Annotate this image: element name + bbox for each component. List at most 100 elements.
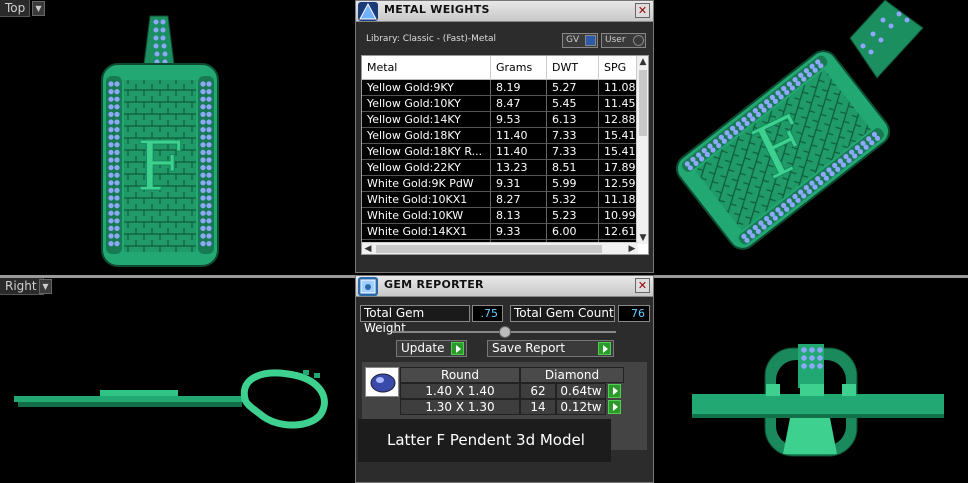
gem-reporter-titlebar[interactable]: GEM REPORTER ✕ bbox=[356, 276, 653, 297]
gem-dot bbox=[108, 203, 114, 209]
save-report-button-label: Save Report bbox=[492, 341, 566, 355]
scroll-down-icon[interactable]: ▼ bbox=[637, 232, 648, 244]
table-row[interactable]: White Gold:10KX1 8.27 5.32 11.18 bbox=[362, 192, 638, 208]
gem-row-go-icon[interactable] bbox=[608, 384, 621, 398]
table-row[interactable]: Yellow Gold:18KY R... 11.40 7.33 15.41 bbox=[362, 144, 638, 160]
scroll-thumb-h[interactable] bbox=[376, 245, 602, 253]
gem-dot bbox=[206, 81, 212, 87]
col-grams[interactable]: Grams bbox=[491, 56, 547, 80]
cell-spg: 10.99 bbox=[599, 208, 638, 224]
viewport-top[interactable]: F Top ▼ bbox=[0, 0, 355, 275]
cell-grams: 8.47 bbox=[491, 96, 547, 112]
total-gem-weight-label: Total Gem Weight bbox=[360, 305, 470, 335]
gem-dot bbox=[200, 142, 206, 148]
gem-dot bbox=[114, 195, 120, 201]
gem-dot bbox=[108, 111, 114, 117]
viewport-top-dropdown[interactable]: ▼ bbox=[32, 1, 45, 16]
gem-dot bbox=[206, 96, 212, 102]
gem-dot bbox=[206, 104, 212, 110]
gem-size: 1.30 X 1.30 bbox=[400, 399, 520, 415]
gem-dot bbox=[108, 195, 114, 201]
metal-weights-titlebar[interactable]: METAL WEIGHTS ✕ bbox=[356, 1, 653, 22]
table-row[interactable]: Yellow Gold:22KY 13.23 8.51 17.89 bbox=[362, 160, 638, 176]
viewport-right-dropdown[interactable]: ▼ bbox=[39, 279, 52, 294]
user-toggle-label: User bbox=[605, 35, 626, 45]
table-row[interactable]: Yellow Gold:9KY 8.19 5.27 11.08 bbox=[362, 80, 638, 96]
gem-dot bbox=[200, 149, 206, 155]
cell-metal: Yellow Gold:22KY bbox=[362, 160, 491, 176]
scroll-up-icon[interactable]: ▲ bbox=[637, 56, 648, 68]
gem-dot bbox=[200, 203, 206, 209]
table-header: Metal Grams DWT SPG bbox=[362, 56, 638, 80]
close-icon[interactable]: ✕ bbox=[635, 3, 650, 18]
table-row[interactable]: White Gold:10KW 8.13 5.23 10.99 bbox=[362, 208, 638, 224]
cell-spg: 11.08 bbox=[599, 80, 638, 96]
cell-dwt: 5.27 bbox=[547, 80, 599, 96]
metal-weights-table[interactable]: Metal Grams DWT SPG Yellow Gold:9KY 8.19 5… bbox=[361, 55, 649, 255]
scroll-left-icon[interactable]: ◀ bbox=[362, 243, 374, 254]
viewport-right-label[interactable]: Right bbox=[0, 278, 44, 295]
slider-handle[interactable] bbox=[499, 326, 511, 338]
gem-dot bbox=[108, 165, 114, 171]
col-dwt[interactable]: DWT bbox=[547, 56, 599, 80]
gem-dot bbox=[108, 172, 114, 178]
update-button[interactable]: Update bbox=[396, 340, 467, 357]
gem-dot bbox=[114, 127, 120, 133]
cell-spg: 11.18 bbox=[599, 192, 638, 208]
gem-dot bbox=[114, 134, 120, 140]
gem-reporter-icon bbox=[358, 277, 378, 296]
gem-dot bbox=[114, 203, 120, 209]
gem-dot bbox=[108, 104, 114, 110]
col-metal[interactable]: Metal bbox=[362, 56, 491, 80]
pendant-perspective-view: F bbox=[675, 0, 924, 250]
gem-dot bbox=[108, 218, 114, 224]
gem-row-go-icon[interactable] bbox=[608, 400, 621, 414]
metal-weights-icon bbox=[358, 2, 378, 21]
viewport-perspective[interactable]: F bbox=[655, 0, 968, 275]
viewport-right[interactable]: Right ▼ bbox=[0, 278, 355, 483]
gem-dot bbox=[200, 127, 206, 133]
cell-grams: 11.40 bbox=[491, 128, 547, 144]
table-row[interactable]: Yellow Gold:18KY 11.40 7.33 15.41 bbox=[362, 128, 638, 144]
table-row[interactable]: White Gold:14KX1 9.33 6.00 12.61 bbox=[362, 224, 638, 240]
svg-text:F: F bbox=[136, 128, 183, 207]
viewport-top-label[interactable]: Top bbox=[0, 0, 31, 17]
gem-dot bbox=[108, 187, 114, 193]
gem-dot bbox=[206, 149, 212, 155]
save-report-button[interactable]: Save Report bbox=[487, 340, 614, 357]
gem-dot bbox=[114, 165, 120, 171]
scroll-thumb[interactable] bbox=[639, 70, 647, 136]
col-spg[interactable]: SPG bbox=[599, 56, 638, 80]
viewport-front[interactable] bbox=[652, 278, 968, 483]
cell-dwt: 8.51 bbox=[547, 160, 599, 176]
vertical-scrollbar[interactable]: ▲ ▼ bbox=[636, 56, 648, 244]
gem-dot bbox=[108, 127, 114, 133]
gem-dot bbox=[114, 172, 120, 178]
horizontal-scrollbar[interactable]: ◀ ▶ bbox=[362, 242, 638, 254]
gem-dot bbox=[206, 165, 212, 171]
table-row[interactable]: Yellow Gold:10KY 8.47 5.45 11.45 bbox=[362, 96, 638, 112]
scroll-right-icon[interactable]: ▶ bbox=[626, 243, 638, 254]
cell-spg: 12.61 bbox=[599, 224, 638, 240]
gem-dot bbox=[200, 81, 206, 87]
gem-dot bbox=[206, 89, 212, 95]
play-icon bbox=[451, 342, 464, 355]
gem-dot bbox=[206, 195, 212, 201]
close-icon[interactable]: ✕ bbox=[635, 278, 650, 293]
gem-dot bbox=[108, 233, 114, 239]
gem-material-header: Diamond bbox=[520, 367, 624, 383]
gv-toggle[interactable]: GV bbox=[562, 33, 598, 48]
gv-toggle-knob bbox=[585, 35, 596, 46]
user-toggle[interactable]: User bbox=[601, 33, 646, 48]
table-row[interactable]: White Gold:9K PdW 9.31 5.99 12.59 bbox=[362, 176, 638, 192]
gem-dot bbox=[206, 157, 212, 163]
cell-grams: 13.23 bbox=[491, 160, 547, 176]
table-row[interactable]: Yellow Gold:14KY 9.53 6.13 12.88 bbox=[362, 112, 638, 128]
cell-dwt: 5.45 bbox=[547, 96, 599, 112]
gem-dot bbox=[206, 187, 212, 193]
gem-dot bbox=[114, 187, 120, 193]
gem-dot bbox=[200, 165, 206, 171]
gem-dot bbox=[108, 81, 114, 87]
cell-metal: White Gold:10KW bbox=[362, 208, 491, 224]
gem-dot bbox=[108, 142, 114, 148]
